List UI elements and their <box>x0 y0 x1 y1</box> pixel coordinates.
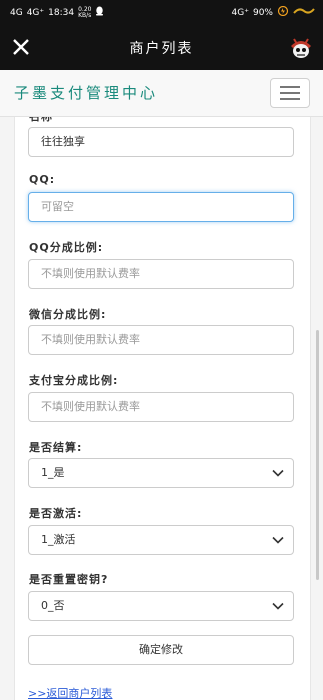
qq-notification-icon <box>95 6 104 19</box>
active-value: 1_激活 <box>41 533 76 546</box>
scrollbar[interactable] <box>316 330 319 580</box>
submit-button[interactable]: 确定修改 <box>28 635 294 665</box>
settle-label: 是否结算: <box>29 441 83 454</box>
active-label: 是否激活: <box>29 507 83 520</box>
chevron-down-icon <box>272 536 284 544</box>
hamburger-menu-icon[interactable] <box>270 78 310 108</box>
qq-label: QQ: <box>29 173 56 186</box>
alipay-ratio-placeholder: 不填则使用默认费率 <box>41 400 140 413</box>
qq-placeholder: 可留空 <box>41 200 74 213</box>
status-bar: 4G 4G⁺ 18:34 0.20 KB/s 4G⁺ 90% <box>0 0 323 26</box>
name-label: 名称 <box>29 117 53 124</box>
clock: 18:34 <box>48 7 75 18</box>
qq-ratio-label: QQ分成比例: <box>29 241 104 254</box>
menu-bar <box>280 98 300 100</box>
alipay-ratio-label: 支付宝分成比例: <box>29 374 119 387</box>
menu-bar <box>280 92 300 94</box>
status-left: 4G 4G⁺ 18:34 0.20 KB/s <box>10 6 104 19</box>
net-speed-unit: KB/s <box>78 11 92 19</box>
reset-key-label: 是否重置密钥? <box>29 573 109 586</box>
page-title: 商户列表 <box>129 41 194 57</box>
signal-indicator-3: 4G⁺ <box>231 7 249 18</box>
settle-value: 1_是 <box>41 466 65 479</box>
net-speed: 0.20 KB/s <box>78 6 92 19</box>
settle-select[interactable]: 1_是 <box>28 458 294 488</box>
battery-icon <box>277 5 289 19</box>
form-panel: 名称 往往独享 QQ: 可留空 QQ分成比例: 不填则使用默认费率 微信分成比例… <box>14 117 311 700</box>
signal-indicator-1: 4G <box>10 7 23 18</box>
app-badge-icon <box>293 7 315 18</box>
status-right: 4G⁺ 90% <box>231 5 315 19</box>
wechat-ratio-input[interactable]: 不填则使用默认费率 <box>28 325 294 355</box>
battery-level: 90% <box>252 7 273 18</box>
site-header: 子墨支付管理中心 <box>0 70 323 117</box>
back-to-merchant-list-link[interactable]: >>返回商户列表 <box>28 685 112 700</box>
qq-ratio-placeholder: 不填则使用默认费率 <box>41 267 140 280</box>
reset-key-select[interactable]: 0_否 <box>28 591 294 621</box>
brand-logo[interactable]: 子墨支付管理中心 <box>14 82 158 103</box>
signal-indicator-2: 4G⁺ <box>26 7 45 18</box>
wechat-ratio-placeholder: 不填则使用默认费率 <box>41 333 140 346</box>
chevron-down-icon <box>272 469 284 477</box>
qq-ratio-input[interactable]: 不填则使用默认费率 <box>28 259 294 289</box>
reset-key-value: 0_否 <box>41 599 65 612</box>
active-select[interactable]: 1_激活 <box>28 525 294 555</box>
wechat-ratio-label: 微信分成比例: <box>29 308 107 321</box>
chevron-down-icon <box>272 602 284 610</box>
skull-avatar-icon[interactable] <box>287 34 315 62</box>
alipay-ratio-input[interactable]: 不填则使用默认费率 <box>28 392 294 422</box>
name-input[interactable]: 往往独享 <box>28 127 294 157</box>
menu-bar <box>280 86 300 88</box>
qq-input[interactable]: 可留空 <box>28 192 294 222</box>
app-bar: 商户列表 <box>0 26 323 70</box>
